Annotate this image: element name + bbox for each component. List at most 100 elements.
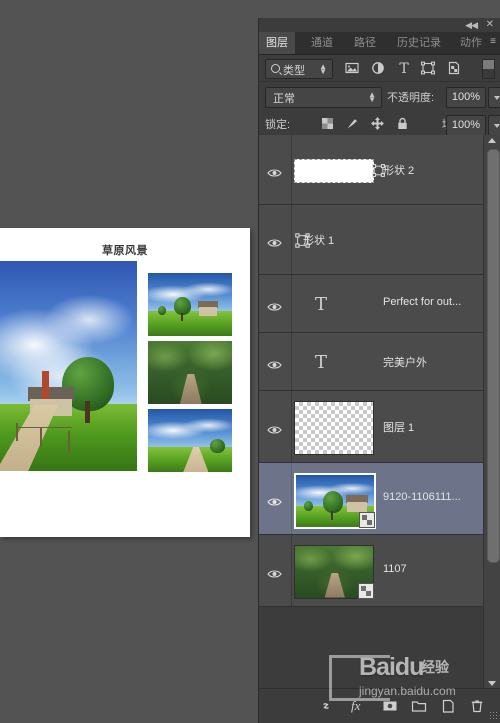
collapse-panel-icon[interactable]: ◀◀ [465, 19, 478, 31]
chevron-updown-icon: ▲ ▼ [319, 62, 327, 76]
smart-object-badge [359, 511, 375, 528]
thumbnail-cell[interactable] [292, 535, 382, 606]
close-panel-icon[interactable]: ✕ [486, 19, 494, 31]
thumbnail-column [148, 273, 232, 477]
photoshop-window: 草原风景 ◀◀ ✕ 图层 通道 路径 历史记录 动作 ≡ 类型 ▲ ▼ T 正常… [0, 0, 500, 723]
scroll-down-icon[interactable] [488, 681, 496, 686]
text-layer-icon: T [310, 293, 332, 320]
link-layers-icon[interactable] [318, 698, 334, 714]
layer-row-layer-1[interactable]: 图层 1 [259, 391, 483, 463]
layer-row-shape-2[interactable]: 形状 2 [259, 135, 483, 205]
panel-tab-bar: 图层 通道 路径 历史记录 动作 ≡ [259, 32, 500, 55]
eye-icon[interactable] [267, 422, 282, 434]
opacity-dropdown-icon[interactable] [488, 87, 500, 108]
visibility-cell[interactable] [259, 333, 292, 390]
smartobject-filter-icon[interactable] [445, 59, 463, 77]
layer-name: 图层 1 [383, 421, 415, 434]
tab-paths[interactable]: 路径 [347, 32, 383, 54]
add-mask-icon[interactable] [382, 698, 398, 714]
fill-input[interactable]: 100% [446, 115, 486, 136]
layer-name: 9120-1106111... [383, 490, 461, 503]
shape-filter-icon[interactable] [419, 59, 437, 77]
svg-text:T: T [399, 61, 409, 77]
hero-image[interactable] [0, 261, 137, 471]
smart-object-badge [358, 582, 374, 599]
layer-row-shape-1[interactable]: 形状 1 [259, 205, 483, 275]
layer-name: 形状 2 [383, 164, 415, 177]
eye-icon[interactable] [267, 299, 282, 311]
panel-bottom-toolbar: fx [259, 688, 500, 723]
panel-titlebar: ◀◀ ✕ [259, 18, 500, 32]
lock-all-icon[interactable] [394, 115, 411, 132]
layer-row-9120[interactable]: 9120-1106111... [259, 463, 483, 535]
eye-icon[interactable] [267, 566, 282, 578]
delete-layer-icon[interactable] [469, 698, 485, 714]
fx-icon[interactable]: fx [351, 698, 360, 714]
visibility-cell[interactable] [259, 275, 292, 332]
new-layer-icon[interactable] [440, 698, 456, 714]
layer-thumbnail [294, 158, 374, 183]
panel-menu-icon[interactable]: ≡ [490, 36, 496, 48]
text-filter-icon[interactable]: T [395, 59, 413, 77]
resize-grip-icon[interactable] [489, 711, 498, 720]
scroll-up-icon[interactable] [488, 138, 496, 143]
thumbnail-cell[interactable] [292, 135, 385, 204]
visibility-cell[interactable] [259, 205, 292, 274]
layer-filter-row: 类型 ▲ ▼ T [259, 55, 500, 82]
eye-icon[interactable] [267, 235, 282, 247]
tab-history[interactable]: 历史记录 [390, 32, 448, 54]
eye-icon[interactable] [267, 165, 282, 177]
layer-name: 完美户外 [383, 356, 427, 369]
layer-thumbnail [294, 472, 376, 529]
thumbnail-cell[interactable] [292, 463, 382, 534]
opacity-input[interactable]: 100% [446, 87, 486, 108]
mini-image-2[interactable] [148, 341, 232, 404]
layer-row-text-chinese[interactable]: T 完美户外 [259, 333, 483, 391]
layer-list-scrollbar[interactable] [483, 135, 500, 689]
blend-mode-value: 正常 [273, 93, 295, 105]
filter-toggle-switch[interactable] [482, 59, 495, 79]
layer-name: Perfect for out... [383, 295, 462, 308]
thumbnail-cell[interactable]: T [292, 275, 382, 332]
scrollbar-thumb[interactable] [487, 149, 500, 563]
visibility-cell[interactable] [259, 535, 292, 606]
blend-mode-select[interactable]: 正常 ▲ ▼ [265, 87, 382, 108]
canvas-workspace[interactable]: 草原风景 [0, 0, 258, 723]
new-group-icon[interactable] [411, 698, 427, 714]
document-canvas[interactable]: 草原风景 [0, 228, 250, 537]
visibility-cell[interactable] [259, 463, 292, 534]
tab-channels[interactable]: 通道 [304, 32, 340, 54]
search-icon [271, 64, 280, 73]
mini-image-1[interactable] [148, 273, 232, 336]
lock-label: 锁定: [265, 119, 291, 131]
visibility-cell[interactable] [259, 391, 292, 462]
mini-image-3[interactable] [148, 409, 232, 472]
layer-row-text-english[interactable]: T Perfect for out... [259, 275, 483, 333]
layer-row-1107[interactable]: 1107 [259, 535, 483, 607]
adjustment-filter-icon[interactable] [369, 59, 387, 77]
filter-type-select[interactable]: 类型 ▲ ▼ [265, 59, 333, 79]
layer-list[interactable]: 形状 2 形状 1 T Perfect for out... T 完美户外 图层… [259, 135, 500, 689]
thumbnail-cell[interactable] [292, 391, 382, 462]
blend-mode-row: 正常 ▲ ▼ 不透明度: 100% [259, 82, 500, 110]
eye-icon[interactable] [267, 357, 282, 369]
layer-name: 形状 1 [303, 234, 335, 247]
layer-thumbnail [294, 400, 374, 455]
layer-name: 1107 [383, 562, 407, 575]
svg-text:T: T [315, 294, 327, 315]
thumbnail-cell[interactable]: T [292, 333, 382, 390]
fill-dropdown-icon[interactable] [488, 115, 500, 136]
lock-image-icon[interactable] [344, 115, 361, 132]
visibility-cell[interactable] [259, 135, 292, 204]
lock-position-icon[interactable] [369, 115, 386, 132]
filter-type-label: 类型 [283, 65, 305, 77]
text-layer-icon: T [310, 351, 332, 378]
image-filter-icon[interactable] [343, 59, 361, 77]
layer-thumbnail [294, 544, 374, 599]
filter-icon-group: T [343, 59, 465, 77]
chevron-updown-icon: ▲ ▼ [368, 90, 376, 104]
lock-transparency-icon[interactable] [319, 115, 336, 132]
tab-layers[interactable]: 图层 [259, 32, 295, 54]
eye-icon[interactable] [267, 494, 282, 506]
tab-actions[interactable]: 动作 [453, 32, 489, 54]
